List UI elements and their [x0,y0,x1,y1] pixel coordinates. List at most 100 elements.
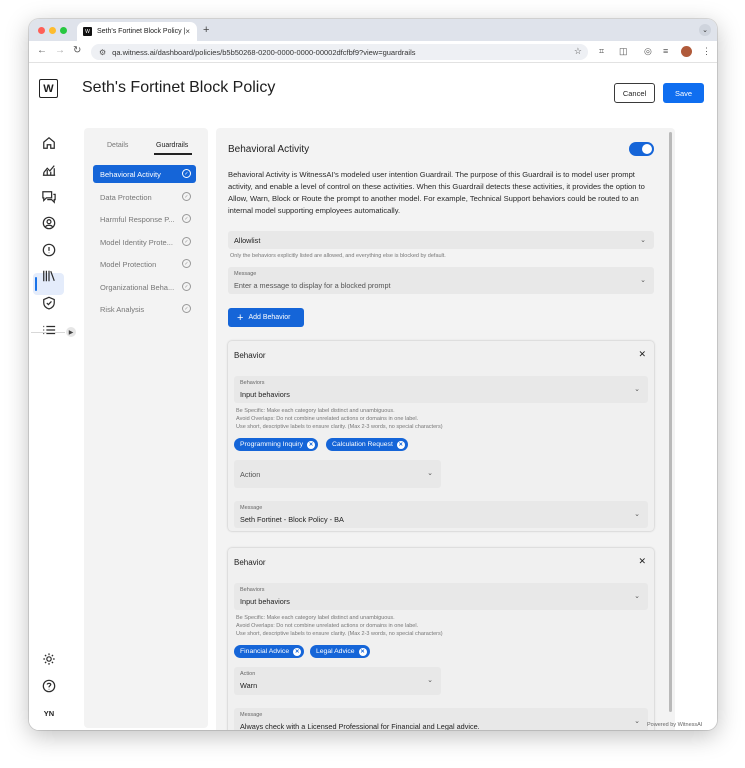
remove-chip-icon[interactable]: ✕ [307,440,316,449]
browser-menu-icon[interactable]: ⋮ [702,46,711,57]
screenshot-icon[interactable]: ⌗ [599,46,604,57]
guardrail-item-risk-analysis[interactable]: Risk Analysis ✓ [93,300,196,318]
check-circle-icon: ✓ [182,304,191,313]
shield-check-icon[interactable] [40,294,58,312]
field-label: Message [240,505,263,511]
maximize-window-button[interactable] [60,27,67,34]
guardrail-nav-panel: Details Guardrails Behavioral Activity ✓… [84,128,208,728]
library-icon[interactable] [40,267,58,285]
behaviors-input[interactable]: Behaviors Input behaviors ⌄ [234,376,648,403]
add-behavior-button[interactable]: + Add Behavior [228,308,304,327]
guardrail-item-data-protection[interactable]: Data Protection ✓ [93,188,196,206]
witness-logo[interactable]: W [39,79,58,98]
cancel-button[interactable]: Cancel [614,83,655,103]
behavior-message-field[interactable]: Message Always check with a Licensed Pro… [234,708,648,730]
tab-guardrails[interactable]: Guardrails [156,142,188,149]
tab-details[interactable]: Details [107,142,128,149]
behavior-chip[interactable]: Calculation Request ✕ [326,438,408,451]
extensions-icon[interactable]: ◫ [619,46,628,57]
app-content: W ▶ YN Seth's Fortinet Block Policy Canc… [29,64,717,730]
reload-icon[interactable]: ↻ [73,45,81,56]
field-label: Behaviors [240,380,265,386]
bookmark-star-icon[interactable]: ☆ [574,46,582,57]
close-icon[interactable]: ✕ [638,556,646,567]
favicon-icon: W [83,27,92,36]
tab-search-icon[interactable]: ⌄ [699,24,711,36]
extension-icon[interactable]: ◎ [644,46,652,57]
behaviors-hint-2: Avoid Overlaps: Do not combine unrelated… [236,623,419,629]
panel-scrollbar[interactable] [669,132,672,712]
field-label: Action [240,671,256,677]
guardrail-item-model-identity[interactable]: Model Identity Prote... ✓ [93,233,196,251]
forward-icon[interactable]: → [55,45,65,56]
new-tab-button[interactable]: + [203,24,209,36]
profile-avatar[interactable] [681,46,692,57]
behavior-chip[interactable]: Financial Advice ✕ [234,645,305,658]
save-button[interactable]: Save [663,83,704,103]
remove-chip-icon[interactable]: ✕ [293,647,302,656]
alert-icon[interactable] [40,241,58,259]
toggle-knob [642,144,652,154]
close-window-button[interactable] [38,27,45,34]
guardrail-item-label: Organizational Beha... [100,282,175,292]
tab-strip: W Seth's Fortinet Block Policy | × + ⌄ [29,19,717,41]
help-icon[interactable] [40,677,58,695]
behavior-message-field[interactable]: Message Seth Fortinet - Block Policy - B… [234,501,648,528]
tab-close-icon[interactable]: × [185,27,190,36]
guardrail-item-model-protection[interactable]: Model Protection ✓ [93,255,196,273]
behaviors-hint-3: Use short, descriptive labels to ensure … [236,424,443,430]
chevron-down-icon: ⌄ [427,677,433,684]
guardrail-item-behavioral-activity[interactable]: Behavioral Activity ✓ [93,165,196,183]
browser-window: W Seth's Fortinet Block Policy | × + ⌄ ←… [29,19,717,730]
action-select[interactable]: Action Warn ⌄ [234,667,441,695]
behavior-chip[interactable]: Programming Inquiry ✕ [234,438,319,451]
browser-tab[interactable]: W Seth's Fortinet Block Policy | × [77,22,197,41]
mode-select-value: Allowlist [234,236,261,245]
settings-icon[interactable] [40,650,58,668]
action-select[interactable]: Action ⌄ [234,460,441,488]
remove-chip-icon[interactable]: ✕ [358,647,367,656]
conversations-icon[interactable] [40,188,58,206]
behavior-chip-label: Legal Advice [316,648,355,655]
behaviors-hint-1: Be Specific: Make each category label di… [236,408,395,414]
user-initials-avatar[interactable]: YN [40,704,58,722]
chevron-down-icon: ⌄ [634,718,640,725]
list-icon[interactable] [40,321,58,339]
site-info-icon[interactable]: ⚙ [99,48,106,57]
behaviors-input[interactable]: Behaviors Input behaviors ⌄ [234,583,648,610]
behavior-chip-label: Financial Advice [240,648,290,655]
action-placeholder: Action [240,470,261,479]
action-value: Warn [240,681,258,690]
behavior-chip[interactable]: Legal Advice ✕ [310,645,370,658]
remove-chip-icon[interactable]: ✕ [396,440,405,449]
user-icon[interactable] [40,214,58,232]
url-text: qa.witness.ai/dashboard/policies/b5b5026… [112,47,416,57]
minimize-window-button[interactable] [49,27,56,34]
blocked-message-field[interactable]: Message Enter a message to display for a… [228,267,654,294]
close-icon[interactable]: ✕ [638,349,646,360]
check-circle-icon: ✓ [182,192,191,201]
guardrail-enabled-toggle[interactable] [629,142,654,156]
check-circle-icon: ✓ [182,169,191,178]
chevron-down-icon: ⌄ [634,386,640,393]
guardrail-item-harmful-response[interactable]: Harmful Response P... ✓ [93,210,196,228]
field-label: Message [234,271,257,277]
guardrail-settings-panel[interactable]: Behavioral Activity Behavioral Activity … [216,128,675,730]
rail-active-indicator [35,277,37,291]
guardrail-item-label: Model Protection [100,259,157,269]
home-icon[interactable] [40,134,58,152]
guardrail-item-organizational-behavior[interactable]: Organizational Beha... ✓ [93,278,196,296]
powered-by-footer: Powered by WitnessAI [647,722,703,728]
expand-rail-icon[interactable]: ▶ [66,327,76,337]
reading-list-icon[interactable]: ≡ [663,46,668,56]
guardrail-item-label: Data Protection [100,192,152,202]
behaviors-hint-1: Be Specific: Make each category label di… [236,615,395,621]
nav-rail: W ▶ YN [29,64,76,730]
tab-title: Seth's Fortinet Block Policy | [97,28,186,35]
behavior-chip-label: Calculation Request [332,441,393,448]
mode-select[interactable]: Allowlist ⌄ [228,231,654,249]
message-placeholder: Enter a message to display for a blocked… [234,281,391,290]
back-icon[interactable]: ← [37,45,47,56]
address-bar[interactable]: ⚙ qa.witness.ai/dashboard/policies/b5b50… [91,44,588,60]
analytics-icon[interactable] [40,161,58,179]
